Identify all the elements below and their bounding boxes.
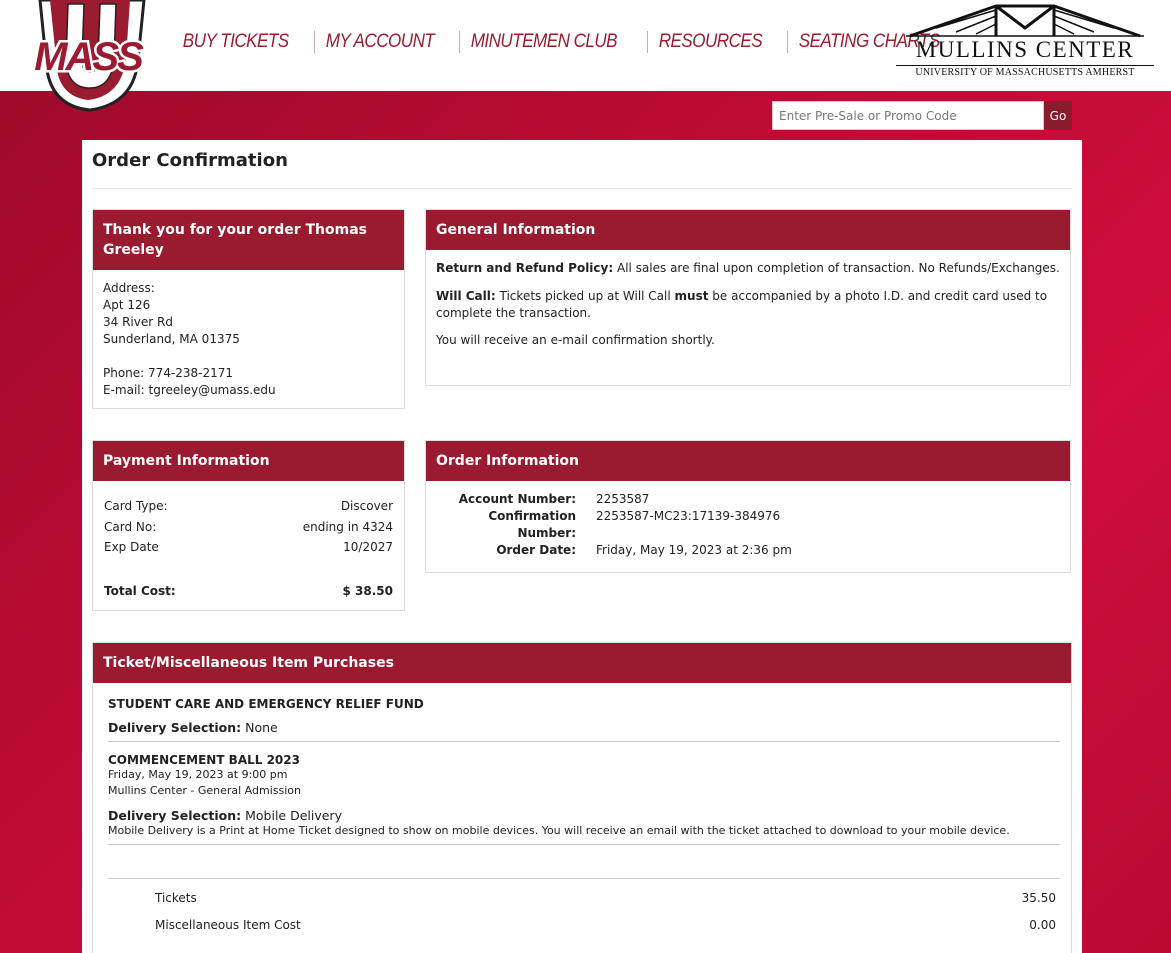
order-info-body: Account Number: 2253587 Confirmation Numb…: [426, 481, 1070, 559]
summary-divider: [108, 878, 1060, 879]
purchases-heading: Ticket/Miscellaneous Item Purchases: [93, 643, 1071, 683]
umass-logo[interactable]: MASS: [18, 0, 158, 112]
exp-date-row: Exp Date 10/2027: [104, 537, 393, 558]
general-info-box: General Information Return and Refund Po…: [425, 209, 1071, 386]
email-line: E-mail: tgreeley@umass.edu: [103, 382, 394, 399]
account-number-label: Account Number:: [458, 492, 576, 506]
phone-value: 774-238-2171: [148, 366, 234, 380]
total-cost-value: $ 38.50: [342, 583, 393, 598]
email-label: E-mail:: [103, 383, 145, 397]
address-line: 34 River Rd: [103, 315, 173, 329]
total-cost-label: Total Cost:: [104, 583, 176, 598]
will-call-label: Will Call:: [436, 289, 496, 303]
confirmation-number-label: Confirmation Number:: [488, 509, 576, 540]
venue-name: MULLINS CENTER: [915, 37, 1135, 62]
site-header: MASS BUY TICKETS MY ACCOUNT MINUTEMEN CL…: [0, 0, 1171, 112]
promo-code-form: Go: [772, 101, 1072, 130]
delivery-label: Delivery Selection:: [108, 720, 242, 735]
summary-row: Miscellaneous Item Cost 0.00: [108, 912, 1060, 939]
confirmation-number-row: Confirmation Number: 2253587-MC23:17139-3…: [436, 508, 1070, 542]
delivery-value: None: [245, 720, 278, 735]
delivery-selection: Delivery Selection: Mobile Delivery: [108, 808, 1060, 823]
delivery-value: Mobile Delivery: [245, 808, 342, 823]
total-cost-row: Total Cost: $ 38.50: [104, 581, 393, 602]
main-content: Order Confirmation Thank you for your or…: [82, 140, 1082, 953]
card-number-row: Card No: ending in 4324: [104, 517, 393, 538]
refund-text: All sales are final upon completion of t…: [617, 261, 1060, 275]
mullins-center-logo[interactable]: MULLINS CENTER UNIVERSITY OF MASSACHUSET…: [896, 4, 1154, 80]
item-title: STUDENT CARE AND EMERGENCY RELIEF FUND: [108, 697, 424, 711]
order-date-value: Friday, May 19, 2023 at 2:36 pm: [596, 543, 792, 557]
payment-info-body: Card Type: Discover Card No: ending in 432…: [93, 481, 404, 601]
nav-resources[interactable]: RESOURCES: [646, 31, 773, 53]
address-line: Apt 126: [103, 298, 151, 312]
exp-date-label: Exp Date: [104, 540, 159, 554]
cost-summary: Tickets 35.50 Miscellaneous Item Cost 0.00: [108, 885, 1060, 939]
nav-buy-tickets[interactable]: BUY TICKETS: [172, 31, 299, 53]
event-venue: Mullins Center - General Admission: [108, 784, 301, 797]
summary-value: 35.50: [1021, 891, 1056, 905]
promo-code-input[interactable]: [772, 101, 1044, 130]
item-divider: [108, 741, 1060, 742]
summary-row: Tickets 35.50: [108, 885, 1060, 912]
payment-info-heading: Payment Information: [93, 441, 404, 481]
general-info-heading: General Information: [426, 210, 1070, 250]
title-divider: [92, 188, 1072, 189]
venue-subtitle: UNIVERSITY OF MASSACHUSETTS AMHERST: [896, 65, 1154, 78]
order-info-heading: Order Information: [426, 441, 1070, 481]
address-label: Address:: [103, 281, 155, 295]
card-number-label: Card No:: [104, 519, 157, 534]
address-line: Sunderland, MA 01375: [103, 332, 240, 346]
item-title: COMMENCEMENT BALL 2023: [108, 753, 300, 767]
card-type-value: Discover: [340, 499, 393, 513]
refund-policy: Return and Refund Policy: All sales are …: [436, 260, 1060, 277]
order-date-row: Order Date: Friday, May 19, 2023 at 2:36 …: [436, 542, 1070, 559]
order-info-box: Order Information Account Number: 2253587…: [425, 440, 1071, 573]
summary-label: Miscellaneous Item Cost: [155, 918, 301, 932]
customer-info-box: Thank you for your order Thomas Greeley …: [92, 209, 405, 409]
promo-go-button[interactable]: Go: [1044, 101, 1072, 130]
exp-date-value: 10/2027: [343, 540, 393, 554]
logo-text: MASS: [34, 35, 144, 79]
nav-my-account[interactable]: MY ACCOUNT: [313, 31, 445, 53]
email-confirmation-note: You will receive an e-mail confirmation …: [436, 333, 715, 347]
summary-value: 0.00: [1029, 918, 1056, 932]
page-title: Order Confirmation: [92, 150, 288, 171]
delivery-label: Delivery Selection:: [108, 808, 242, 823]
purchases-body: STUDENT CARE AND EMERGENCY RELIEF FUND D…: [93, 683, 1071, 939]
account-number-row: Account Number: 2253587: [436, 491, 1070, 508]
refund-label: Return and Refund Policy:: [436, 261, 614, 275]
summary-label: Tickets: [155, 891, 197, 905]
purchases-box: Ticket/Miscellaneous Item Purchases STUD…: [92, 642, 1072, 953]
card-number-value: ending in 4324: [302, 519, 393, 534]
main-nav: BUY TICKETS MY ACCOUNT MINUTEMEN CLUB RE…: [172, 28, 969, 56]
email-value: tgreeley@umass.edu: [148, 383, 276, 397]
confirmation-number-value: 2253587-MC23:17139-384976: [596, 509, 781, 523]
card-type-row: Card Type: Discover: [104, 496, 393, 517]
will-call-text: Tickets picked up at Will Call: [499, 289, 671, 303]
purchase-item: STUDENT CARE AND EMERGENCY RELIEF FUND D…: [108, 697, 1060, 735]
event-date: Friday, May 19, 2023 at 9:00 pm: [108, 768, 288, 781]
mullins-roof-icon: [906, 4, 1144, 38]
nav-minutemen-club[interactable]: MINUTEMEN CLUB: [459, 31, 628, 53]
delivery-note: Mobile Delivery is a Print at Home Ticke…: [108, 824, 1010, 837]
payment-info-box: Payment Information Card Type: Discover C…: [92, 440, 405, 611]
order-date-label: Order Date:: [496, 543, 576, 557]
item-divider: [108, 844, 1060, 845]
phone-line: Phone: 774-238-2171: [103, 365, 394, 382]
phone-label: Phone:: [103, 366, 145, 380]
will-call-policy: Will Call: Tickets picked up at Will Cal…: [436, 288, 1060, 322]
general-info-body: Return and Refund Policy: All sales are …: [426, 250, 1070, 359]
customer-info-body: Address: Apt 126 34 River Rd Sunderland,…: [93, 270, 404, 409]
will-call-emphasis: must: [674, 289, 709, 303]
card-type-label: Card Type:: [104, 499, 168, 513]
purchase-item: COMMENCEMENT BALL 2023 Friday, May 19, 2…: [108, 753, 1060, 839]
account-number-value: 2253587: [596, 492, 650, 506]
delivery-selection: Delivery Selection: None: [108, 720, 1060, 735]
customer-info-heading: Thank you for your order Thomas Greeley: [93, 210, 404, 270]
